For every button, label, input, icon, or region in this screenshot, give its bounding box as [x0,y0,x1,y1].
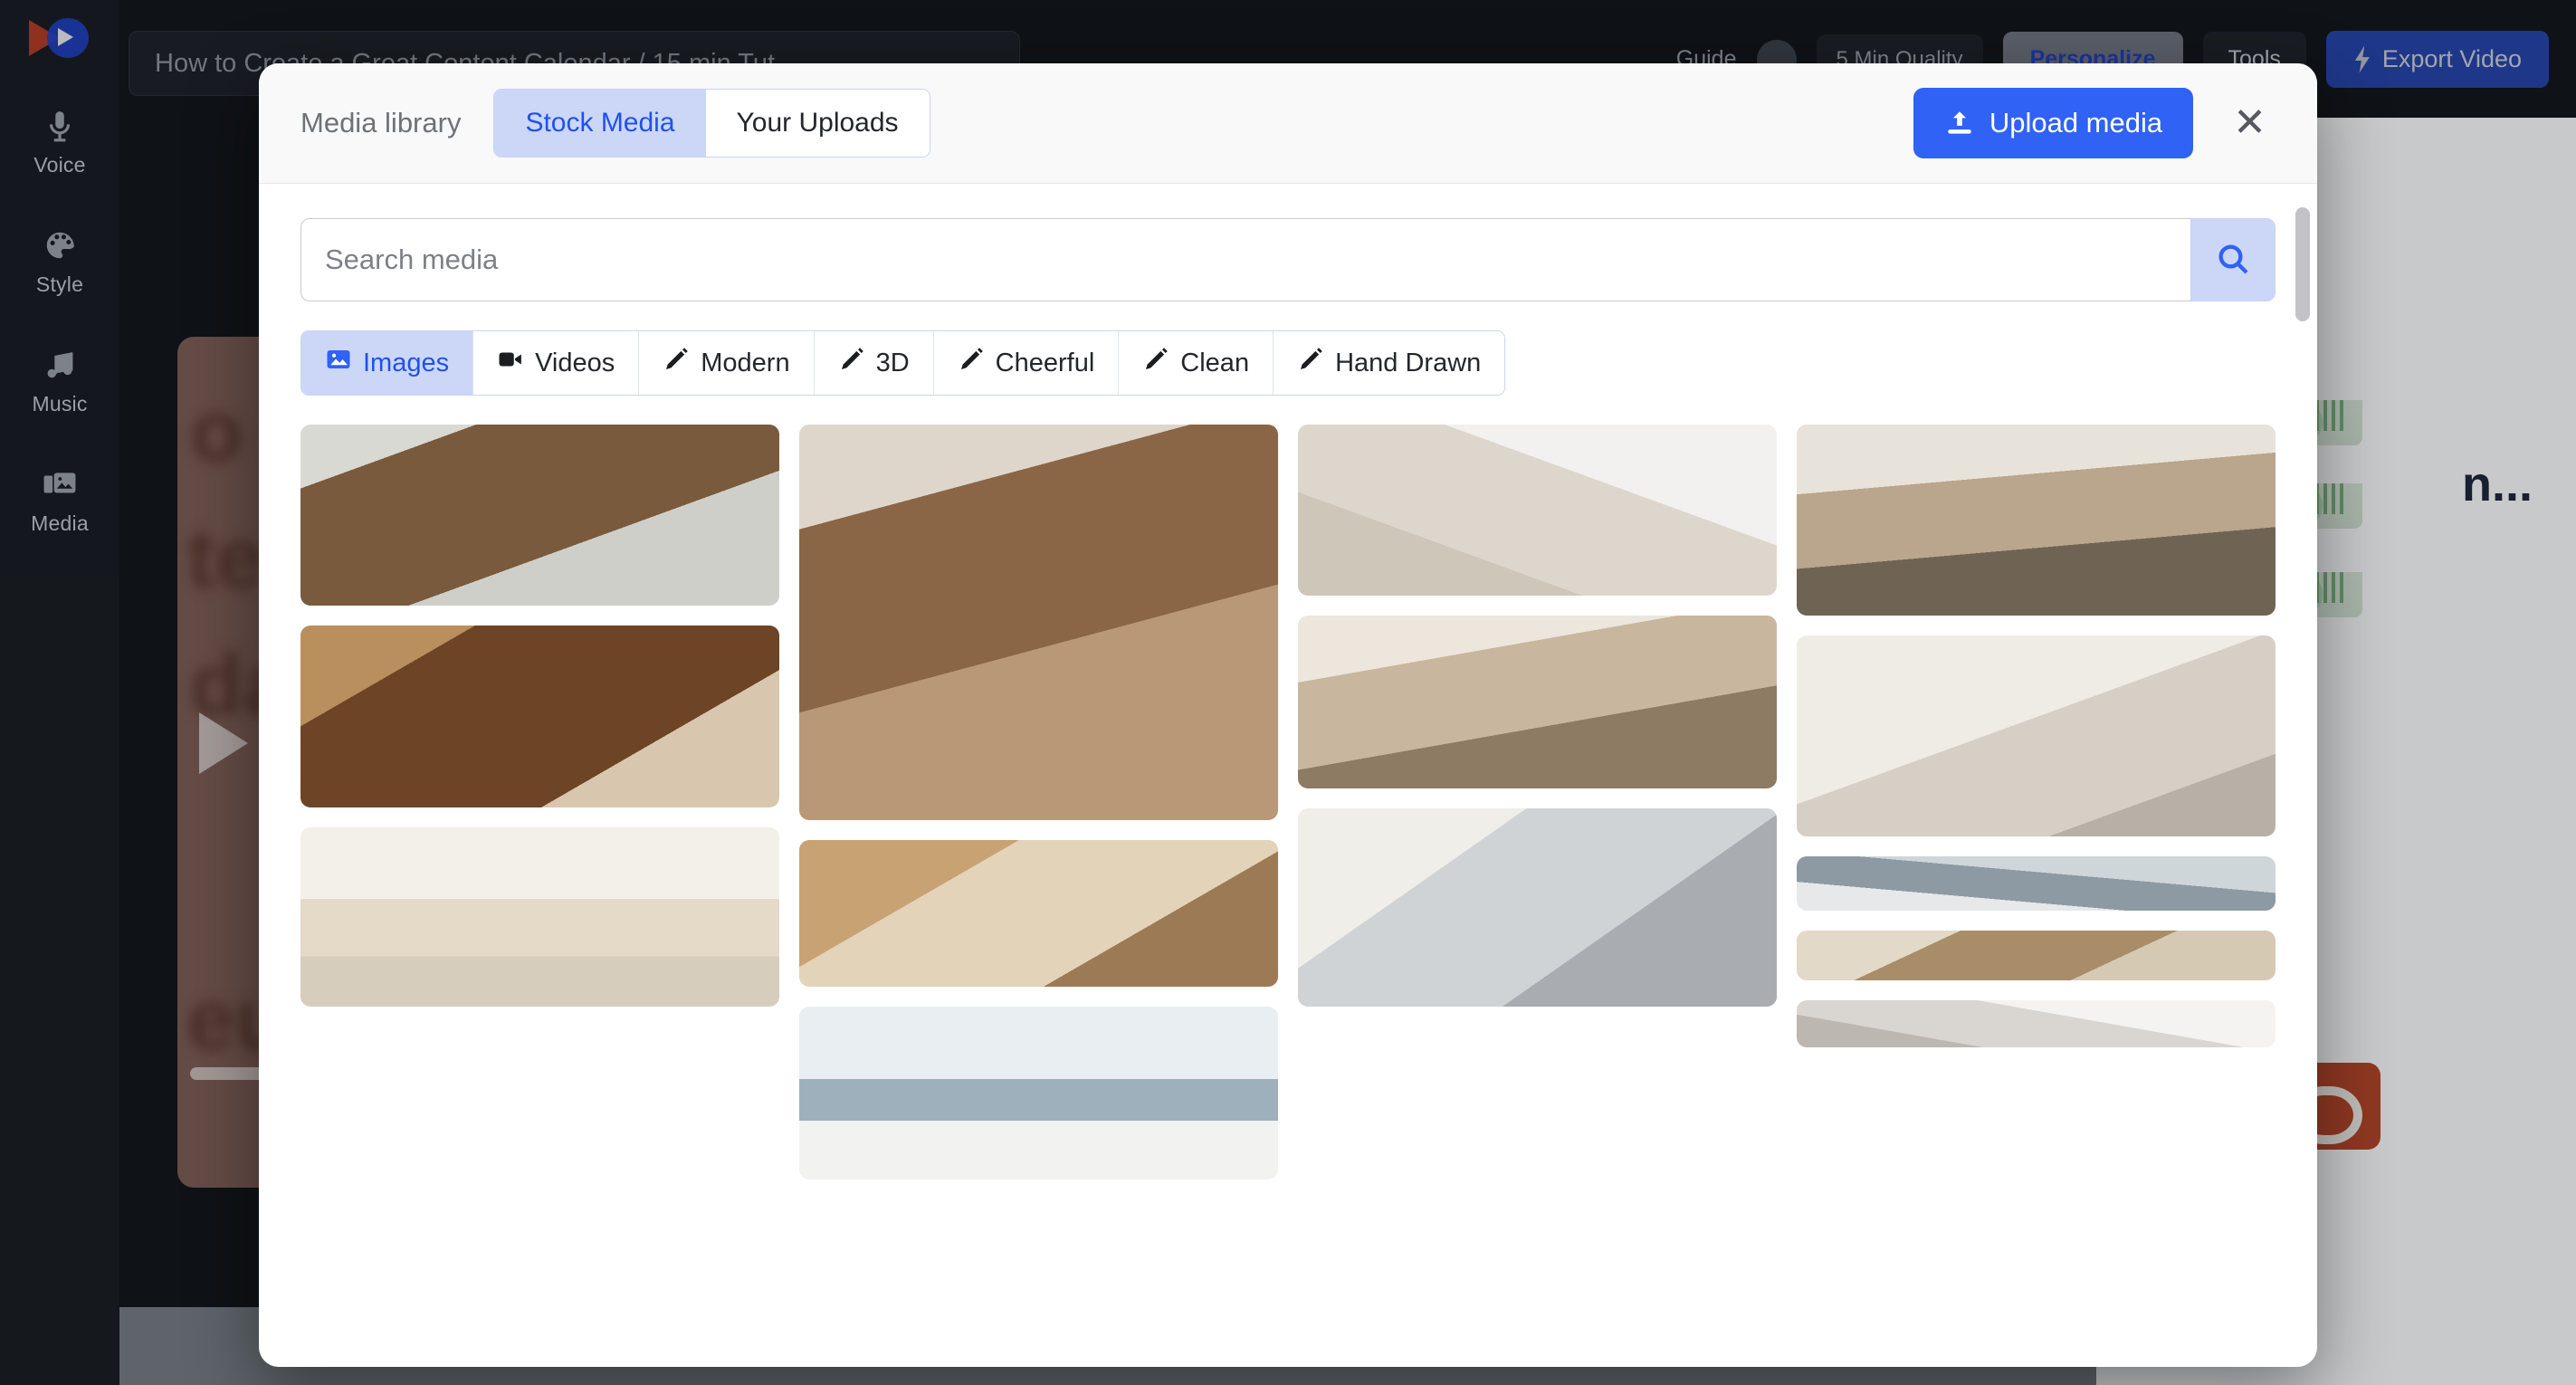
filter-chip-clean[interactable]: Clean [1119,331,1274,395]
upload-media-button[interactable]: Upload media [1913,88,2194,158]
search-input[interactable] [301,218,2190,301]
media-thumbnail [799,840,1278,987]
media-result-tile[interactable] [1797,635,2275,836]
search-row [301,218,2275,301]
media-result-tile[interactable] [799,1007,1278,1180]
filter-chip-videos[interactable]: Videos [473,331,640,395]
media-thumbnail [1298,425,1777,596]
media-result-tile[interactable] [301,425,779,606]
filter-chip-modern[interactable]: Modern [639,331,815,395]
pencil-icon [958,346,985,380]
filter-chip-3d[interactable]: 3D [814,331,934,395]
search-button[interactable] [2190,218,2275,301]
media-thumbnail [799,1007,1278,1180]
media-library-modal: Media library Stock Media Your Uploads U… [259,63,2317,1367]
media-results-grid [301,425,2275,1180]
media-filter-chips: Images Videos Modern 3D Cheerful Clean H… [301,330,1506,396]
media-result-tile[interactable] [1298,425,1777,596]
media-result-tile[interactable] [799,840,1278,987]
media-thumbnail [1797,931,2275,980]
filter-chip-label: Hand Drawn [1335,348,1482,377]
media-thumbnail [301,626,779,807]
media-thumbnail [1298,808,1777,1007]
filter-chip-label: Images [363,348,450,377]
modal-body: Images Videos Modern [259,184,2317,1367]
filter-chip-hand-drawn[interactable]: Hand Drawn [1274,331,1505,395]
media-result-tile[interactable] [799,425,1278,820]
filter-chip-cheerful[interactable]: Cheerful [933,331,1120,395]
vertical-scrollbar[interactable] [2295,184,2310,1367]
media-result-tile[interactable] [1797,425,2275,616]
media-scroll-area[interactable]: Images Videos Modern [259,184,2317,1367]
pencil-icon [838,346,865,380]
media-thumbnail [1797,856,2275,911]
media-thumbnail [301,425,779,606]
filter-chip-label: 3D [875,348,910,377]
video-icon [497,346,524,380]
media-source-tabs: Stock Media Your Uploads [493,89,930,158]
image-icon [325,346,352,380]
media-thumbnail [1298,616,1777,788]
filter-chip-label: Modern [701,348,790,377]
upload-media-label: Upload media [1989,107,2163,138]
search-icon [2215,241,2251,280]
filter-chip-label: Cheerful [995,348,1095,377]
upload-icon [1944,108,1975,138]
media-result-tile[interactable] [301,626,779,807]
pencil-icon [1142,346,1169,380]
filter-chip-images[interactable]: Images [301,331,474,395]
modal-header-actions: Upload media ✕ [1913,88,2275,158]
page-title: Media library [301,107,462,138]
media-result-tile[interactable] [1797,1000,2275,1047]
media-result-tile[interactable] [301,827,779,1007]
media-thumbnail [1797,425,2275,616]
filter-chip-label: Clean [1180,348,1250,377]
modal-header: Media library Stock Media Your Uploads U… [259,63,2317,184]
tab-your-uploads[interactable]: Your Uploads [705,90,930,157]
close-icon[interactable]: ✕ [2224,100,2275,147]
scrollbar-thumb[interactable] [2295,207,2310,321]
tab-stock-media[interactable]: Stock Media [494,90,706,157]
media-result-tile[interactable] [1797,931,2275,980]
media-result-tile[interactable] [1298,808,1777,1007]
media-result-tile[interactable] [1298,616,1777,788]
pencil-icon [663,346,690,380]
pencil-icon [1297,346,1324,380]
media-thumbnail [1797,1000,2275,1047]
media-thumbnail [301,827,779,1007]
filter-chip-label: Videos [535,348,615,377]
media-thumbnail [1797,635,2275,836]
media-result-tile[interactable] [1797,856,2275,911]
media-thumbnail [799,425,1278,820]
